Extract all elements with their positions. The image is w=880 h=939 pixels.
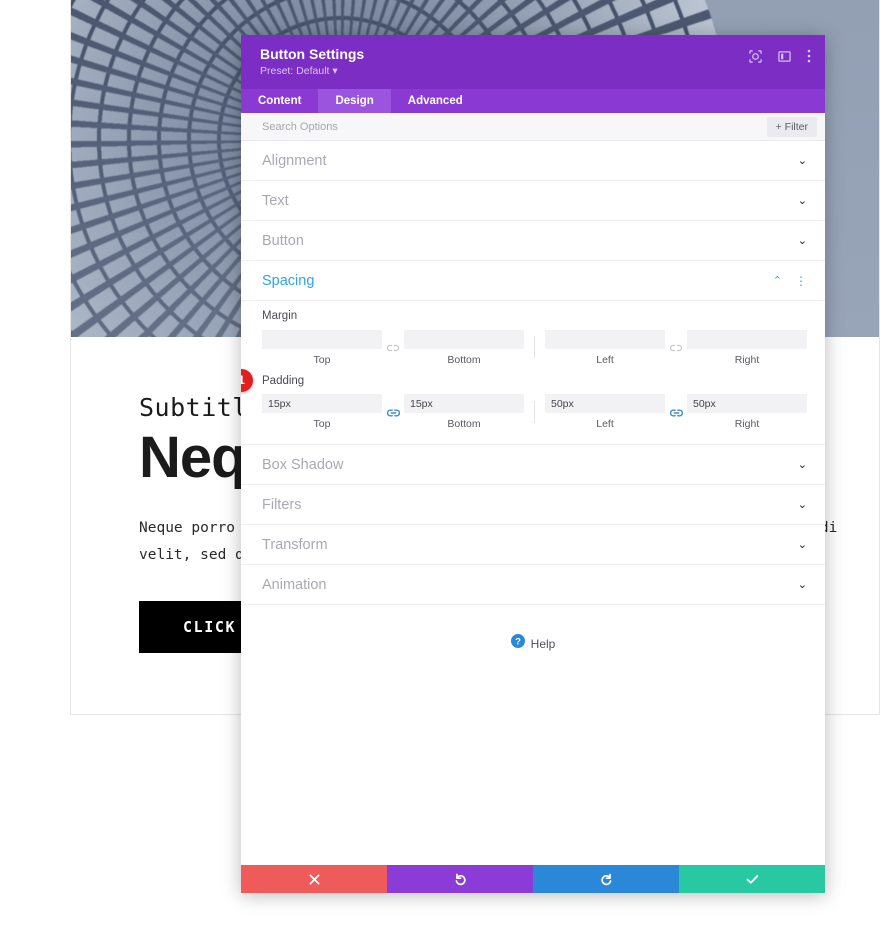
field-divider xyxy=(534,336,535,359)
chevron-down-icon: ⌄ xyxy=(797,155,807,167)
padding-left-input[interactable] xyxy=(545,394,665,413)
linked-chain-icon[interactable] xyxy=(382,406,404,418)
section-animation[interactable]: Animation ⌄ xyxy=(241,565,825,605)
cancel-button[interactable] xyxy=(241,865,387,893)
save-button[interactable] xyxy=(679,865,825,893)
section-label: Filters xyxy=(262,496,302,513)
section-box-shadow[interactable]: Box Shadow ⌄ xyxy=(241,445,825,485)
modal-tabs: Content Design Advanced xyxy=(241,89,825,113)
padding-top-caption: Top xyxy=(313,418,331,430)
padding-fields: 1 Top xyxy=(241,368,807,430)
field-divider xyxy=(534,400,535,423)
split-layout-icon[interactable] xyxy=(778,50,791,63)
margin-bottom-caption: Bottom xyxy=(447,353,481,366)
section-label: Alignment xyxy=(262,152,327,169)
modal-body: Alignment ⌄ Text ⌄ Button ⌄ Spacing ⌃ ⋮ … xyxy=(241,141,825,865)
kebab-menu-icon[interactable] xyxy=(807,49,811,63)
search-input[interactable] xyxy=(262,120,767,133)
modal-footer xyxy=(241,865,825,893)
search-bar: + Filter xyxy=(241,113,825,141)
margin-right-input[interactable] xyxy=(687,329,807,349)
margin-right-cell: Right xyxy=(687,329,807,366)
section-label: Spacing xyxy=(262,272,315,289)
section-label: Text xyxy=(262,192,289,209)
padding-bottom-cell: Bottom xyxy=(404,394,524,430)
linked-chain-icon[interactable] xyxy=(665,406,687,418)
margin-right-caption: Right xyxy=(734,353,760,366)
chevron-down-icon: ⌄ xyxy=(797,539,807,551)
padding-top-input[interactable] xyxy=(262,394,382,413)
svg-text:?: ? xyxy=(515,636,521,647)
chevron-down-icon: ⌄ xyxy=(797,499,807,511)
spacing-panel: Margin Top Bottom Left Right Padding 1 1… xyxy=(241,310,825,445)
margin-group: Margin Top Bottom Left Right xyxy=(262,310,807,366)
padding-group: Padding 1 Top xyxy=(241,368,807,430)
broken-link-icon[interactable] xyxy=(665,341,687,353)
chevron-up-icon: ⌃ xyxy=(772,275,782,287)
section-spacing-header[interactable]: Spacing ⌃ ⋮ xyxy=(241,261,825,301)
modal-title: Button Settings xyxy=(260,46,365,62)
margin-bottom-input[interactable] xyxy=(404,329,524,349)
margin-left-cell: Left xyxy=(545,329,665,366)
section-label: Animation xyxy=(262,576,327,593)
preset-label: Preset: Default xyxy=(260,65,330,77)
margin-top-caption: Top xyxy=(313,353,331,366)
margin-left-caption: Left xyxy=(596,353,614,366)
tab-advanced[interactable]: Advanced xyxy=(391,89,480,113)
help-circle-icon: ? xyxy=(510,634,525,653)
margin-label: Margin xyxy=(262,310,298,322)
padding-right-caption: Right xyxy=(734,418,760,430)
section-filters[interactable]: Filters ⌄ xyxy=(241,485,825,525)
button-settings-modal: Button Settings Preset: Default ▾ Conten… xyxy=(241,35,825,893)
chevron-down-icon: ⌄ xyxy=(797,195,807,207)
padding-right-input[interactable] xyxy=(687,394,807,413)
tab-design[interactable]: Design xyxy=(318,89,391,113)
chevron-down-icon: ⌄ xyxy=(797,235,807,247)
undo-icon xyxy=(454,873,467,886)
section-options-icon[interactable]: ⋮ xyxy=(795,274,807,288)
caret-down-icon: ▾ xyxy=(332,65,338,77)
tab-content[interactable]: Content xyxy=(241,89,318,113)
padding-top-cell: Top xyxy=(262,394,382,430)
step-badge-1: 1 xyxy=(241,368,253,392)
check-icon xyxy=(746,874,759,885)
section-transform[interactable]: Transform ⌄ xyxy=(241,525,825,565)
section-button[interactable]: Button ⌄ xyxy=(241,221,825,261)
padding-bottom-caption: Bottom xyxy=(447,418,481,430)
chevron-down-icon: ⌄ xyxy=(797,579,807,591)
help-link[interactable]: ? Help xyxy=(241,605,825,653)
close-icon xyxy=(309,874,320,885)
redo-icon xyxy=(600,873,613,886)
section-alignment[interactable]: Alignment ⌄ xyxy=(241,141,825,181)
section-label: Transform xyxy=(262,536,328,553)
margin-top-cell: Top xyxy=(262,329,382,366)
section-label: Button xyxy=(262,232,304,249)
padding-right-cell: Right xyxy=(687,394,807,430)
help-label: Help xyxy=(530,636,556,651)
margin-top-input[interactable] xyxy=(262,329,382,349)
filter-button[interactable]: + Filter xyxy=(766,116,817,137)
section-text[interactable]: Text ⌄ xyxy=(241,181,825,221)
modal-header-actions xyxy=(749,49,811,63)
section-label: Box Shadow xyxy=(262,456,344,473)
margin-fields: Top Bottom Left Right xyxy=(262,329,807,366)
padding-bottom-input[interactable] xyxy=(404,394,524,413)
target-icon[interactable] xyxy=(749,49,762,63)
padding-left-caption: Left xyxy=(596,418,614,430)
padding-left-cell: Left xyxy=(545,394,665,430)
margin-bottom-cell: Bottom xyxy=(404,329,524,366)
modal-header: Button Settings Preset: Default ▾ xyxy=(241,35,825,89)
preset-selector[interactable]: Preset: Default ▾ xyxy=(260,65,809,77)
margin-left-input[interactable] xyxy=(545,329,665,349)
padding-label: Padding xyxy=(262,374,305,387)
redo-button[interactable] xyxy=(533,865,679,893)
undo-button[interactable] xyxy=(387,865,533,893)
chevron-down-icon: ⌄ xyxy=(797,459,807,471)
broken-link-icon[interactable] xyxy=(382,341,404,353)
